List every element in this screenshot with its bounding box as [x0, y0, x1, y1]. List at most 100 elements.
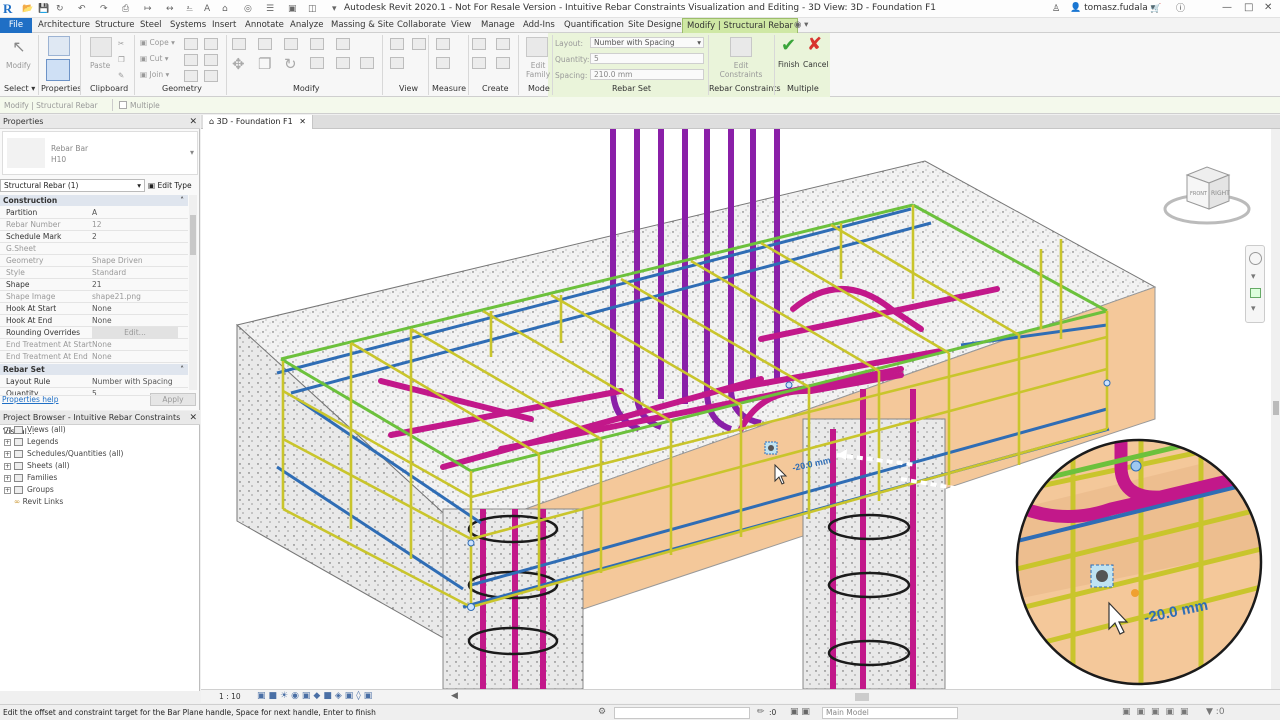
tab-file[interactable]: File: [0, 18, 32, 33]
property-row[interactable]: Hook At Start None: [0, 303, 188, 315]
trim-icon[interactable]: [310, 57, 324, 69]
view-control-icons[interactable]: ▣■☀◉▣◆■◈▣◊▣: [257, 691, 375, 701]
cut-button[interactable]: ▣ Cut ▾: [140, 54, 169, 63]
switch-windows-icon[interactable]: ◫: [308, 3, 317, 15]
open-icon[interactable]: 📂: [22, 3, 33, 15]
minimize-icon[interactable]: —: [1222, 2, 1232, 13]
dimension-icon[interactable]: ↔: [166, 3, 174, 15]
filter-selection-icon[interactable]: ▼ :0: [1206, 707, 1225, 717]
horizontal-scroll-thumb[interactable]: [855, 693, 869, 701]
scale-icon[interactable]: [360, 57, 374, 69]
property-row[interactable]: Rounding Overrides Edit...: [0, 327, 188, 339]
tab-modify-structural-rebar[interactable]: Modify | Structural Rebar: [682, 18, 799, 33]
property-row[interactable]: Quantity 5: [0, 388, 188, 396]
editing-requests-icon[interactable]: ✏: [757, 707, 765, 717]
3d-viewport[interactable]: -20.0 mm -20.0 mm FRONT RIGHT ▾ ▾: [201, 129, 1271, 689]
copy-clip-icon[interactable]: ❐: [118, 55, 125, 64]
help-icon[interactable]: ⓘ: [1176, 3, 1185, 15]
sync-icon[interactable]: ↻: [56, 3, 64, 15]
join-button[interactable]: ▣ Join ▾: [140, 70, 169, 79]
tab-annotate[interactable]: Annotate: [245, 18, 284, 33]
ribbon-options-icon[interactable]: ◉ ▾: [794, 18, 808, 33]
create-parts-icon[interactable]: [496, 38, 510, 50]
split-icon[interactable]: [336, 38, 350, 50]
user-menu[interactable]: 👤 tomasz.fudala ▾: [1070, 3, 1155, 13]
property-value[interactable]: Standard: [92, 267, 126, 279]
spacing-field[interactable]: 210.0 mm: [590, 69, 704, 80]
close-window-icon[interactable]: ✕: [1264, 2, 1272, 13]
properties-icon[interactable]: [48, 36, 70, 56]
property-row[interactable]: Shape 21: [0, 279, 188, 291]
array-icon[interactable]: [336, 57, 350, 69]
tab-quantification[interactable]: Quantification: [564, 18, 624, 33]
property-row[interactable]: Rebar Number 12: [0, 219, 188, 231]
modify-button-label[interactable]: Modify: [6, 61, 31, 70]
foundation-concrete[interactable]: [235, 160, 1157, 689]
tab-steel[interactable]: Steel: [140, 18, 162, 33]
view-vertical-scrollbar[interactable]: [1271, 129, 1280, 689]
property-value[interactable]: A: [92, 207, 97, 219]
selection-option-icons[interactable]: ▣▣▣▣▣: [1122, 707, 1195, 717]
override-icon[interactable]: [412, 38, 426, 50]
tree-item-groups[interactable]: + Groups: [4, 484, 54, 495]
close-hidden-icon[interactable]: ▣: [288, 3, 297, 15]
geometry-tool-icon[interactable]: [184, 38, 198, 50]
tab-add-ins[interactable]: Add-Ins: [523, 18, 555, 33]
design-option-dropdown[interactable]: Main Model: [822, 707, 958, 719]
geometry-tool-icon[interactable]: [204, 54, 218, 66]
group-rebar-set[interactable]: Rebar Set ˄: [0, 364, 188, 375]
maximize-icon[interactable]: □: [1244, 2, 1253, 13]
property-value[interactable]: 21: [92, 279, 102, 291]
collaboration-icon[interactable]: ♙: [1052, 3, 1060, 15]
property-value[interactable]: None: [92, 315, 112, 327]
geometry-tool-icon[interactable]: [184, 70, 198, 82]
view-tool-icon[interactable]: [390, 57, 404, 69]
geometry-tool-icon[interactable]: [184, 54, 198, 66]
worksets-icon[interactable]: ⚙: [598, 707, 606, 717]
workset-dropdown[interactable]: [614, 707, 750, 719]
property-row[interactable]: G.Sheet: [0, 243, 188, 255]
property-value[interactable]: shape21.png: [92, 291, 141, 303]
close-icon[interactable]: ✕: [189, 411, 197, 425]
create-group-icon[interactable]: [472, 57, 486, 69]
dimension-tool-icon[interactable]: [436, 57, 450, 69]
multiple-checkbox[interactable]: [119, 101, 127, 109]
type-selector[interactable]: Rebar Bar H10 ▾: [2, 131, 198, 175]
paste-icon[interactable]: [90, 37, 112, 57]
measure-icon[interactable]: ↦: [144, 3, 152, 15]
geometry-tool-icon[interactable]: [204, 70, 218, 82]
rotate-icon[interactable]: ↻: [284, 55, 297, 73]
property-value[interactable]: None: [92, 351, 112, 363]
property-row[interactable]: Geometry Shape Driven: [0, 255, 188, 267]
tree-item-families[interactable]: + Families: [4, 472, 57, 483]
zoom-region-icon[interactable]: [1250, 288, 1261, 298]
property-value[interactable]: 2: [92, 231, 97, 243]
property-row[interactable]: Schedule Mark 2: [0, 231, 188, 243]
cancel-button[interactable]: Cancel: [803, 60, 828, 69]
property-row[interactable]: Style Standard: [0, 267, 188, 279]
rebar-model-drawing[interactable]: -20.0 mm -20.0 mm FRONT RIGHT: [201, 129, 1271, 689]
redo-icon[interactable]: ↷: [100, 3, 108, 15]
edit-family-label[interactable]: Edit Family: [526, 61, 550, 79]
property-value[interactable]: 12: [92, 219, 102, 231]
quantity-field[interactable]: 5: [590, 53, 704, 64]
paste-label[interactable]: Paste: [90, 61, 110, 70]
3d-view-icon[interactable]: ⌂: [222, 3, 228, 15]
property-value[interactable]: None: [92, 303, 112, 315]
undo-icon[interactable]: ↶: [78, 3, 86, 15]
create-similar-icon[interactable]: [496, 57, 510, 69]
cart-icon[interactable]: 🛒: [1150, 3, 1161, 15]
property-row[interactable]: End Treatment At End None: [0, 351, 188, 363]
edit-family-icon[interactable]: [526, 37, 548, 57]
text-icon[interactable]: A: [204, 3, 210, 15]
property-row[interactable]: Hook At End None: [0, 315, 188, 327]
tab-view[interactable]: View: [451, 18, 471, 33]
steering-wheel-icon[interactable]: [1249, 252, 1262, 265]
property-row[interactable]: End Treatment At Start None: [0, 339, 188, 351]
cut-clip-icon[interactable]: ✂: [118, 39, 124, 48]
panel-select[interactable]: Select ▾: [4, 84, 35, 93]
property-value[interactable]: 5: [92, 388, 97, 395]
cope-button[interactable]: ▣ Cope ▾: [140, 38, 175, 47]
nav-chevron-icon[interactable]: ▾: [1251, 304, 1256, 314]
tab-massing-site[interactable]: Massing & Site: [331, 18, 394, 33]
